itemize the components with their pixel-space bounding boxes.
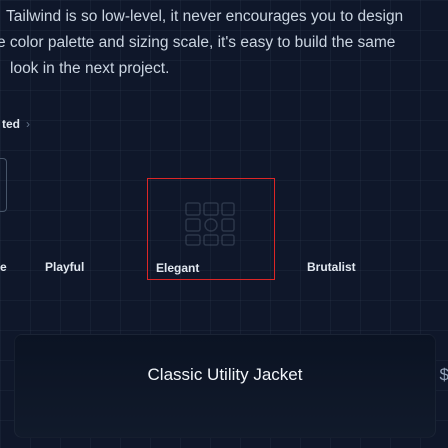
theme-label-elegant: Elegant xyxy=(156,261,200,275)
product-price: $ xyxy=(439,365,448,384)
theme-option-elegant[interactable]: Elegant xyxy=(147,178,275,280)
grid-shapes-icon xyxy=(185,202,235,246)
intro-text: Tailwind is so low-level, it never encou… xyxy=(0,0,448,110)
theme-option-playful[interactable]: Playful xyxy=(43,178,163,278)
theme-option-partial[interactable]: e xyxy=(0,178,10,278)
intro-line-3: look in the next project. xyxy=(10,60,170,77)
product-card[interactable]: Classic Utility Jacket $ xyxy=(14,334,448,438)
theme-label-brutalist: Brutalist xyxy=(307,260,356,274)
breadcrumb-label: ted xyxy=(2,117,20,131)
breadcrumb[interactable]: ted › xyxy=(2,117,30,131)
intro-line-2: e color palette and sizing scale, it's e… xyxy=(0,34,396,51)
intro-line-1: Tailwind is so low-level, it never encou… xyxy=(6,8,404,25)
chevron-right-icon: › xyxy=(26,117,30,131)
product-title: Classic Utility Jacket xyxy=(147,365,303,384)
theme-label-playful: Playful xyxy=(45,260,85,274)
theme-option-brutalist[interactable]: Brutalist xyxy=(305,178,425,278)
theme-label: e xyxy=(0,260,7,274)
